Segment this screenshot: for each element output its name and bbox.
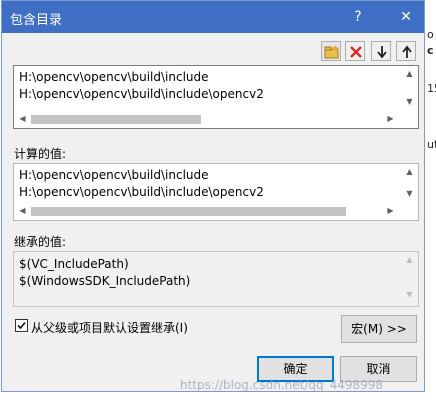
vertical-scrollbar[interactable]: ▲ ▼ — [401, 164, 418, 204]
close-button[interactable]: ✕ — [392, 5, 420, 29]
list-item: $(WindowsSDK_IncludePath) — [19, 274, 191, 288]
scroll-thumb[interactable] — [31, 115, 201, 124]
inherit-checkbox-label[interactable]: 从父级或项目默认设置继承(I) — [31, 319, 188, 336]
bg-fragment: o — [427, 28, 434, 41]
inherited-label: 继承的值: — [14, 235, 67, 249]
list-item[interactable]: H:\opencv\opencv\build\include\opencv2 — [19, 87, 264, 101]
macros-button[interactable]: 宏(M) >> — [341, 315, 417, 343]
horizontal-scrollbar[interactable]: ◀ ▶ — [14, 111, 401, 128]
move-up-button[interactable] — [396, 41, 416, 61]
scroll-up-icon: ▲ — [406, 255, 413, 264]
scroll-left-icon[interactable]: ◀ — [14, 206, 31, 215]
scroll-up-icon[interactable]: ▲ — [401, 167, 418, 176]
dialog-title: 包含目录 — [10, 13, 63, 28]
directory-list[interactable]: H:\opencv\opencv\build\include H:\opencv… — [13, 65, 419, 129]
scroll-right-icon[interactable]: ▶ — [382, 206, 399, 215]
scroll-down-icon[interactable]: ▼ — [401, 97, 418, 106]
list-item: $(VC_IncludePath) — [19, 257, 129, 271]
bg-fragment: c — [427, 44, 434, 57]
new-folder-icon — [324, 45, 339, 59]
delete-icon — [350, 46, 362, 58]
move-down-button[interactable] — [371, 41, 391, 61]
new-line-button[interactable] — [321, 41, 341, 61]
arrow-down-icon — [377, 46, 387, 59]
scroll-left-icon[interactable]: ◀ — [14, 114, 31, 123]
list-item: H:\opencv\opencv\build\include — [19, 168, 209, 182]
evaluated-list[interactable]: H:\opencv\opencv\build\include H:\opencv… — [13, 163, 419, 221]
scroll-thumb[interactable] — [31, 207, 346, 216]
evaluated-label: 计算的值: — [14, 147, 67, 161]
horizontal-scrollbar[interactable]: ◀ ▶ — [14, 203, 401, 220]
watermark: https://blog.csdn.net/qq_4498998 — [180, 378, 384, 392]
title-bar: 包含目录 ? ✕ — [2, 1, 424, 33]
delete-button[interactable] — [345, 41, 365, 61]
bg-fragment: 15 — [427, 82, 436, 95]
vertical-scrollbar[interactable]: ▲ ▼ — [401, 66, 418, 112]
checkmark-icon — [17, 321, 26, 330]
background-window: o c 15 ut — [425, 0, 436, 405]
inherited-list: $(VC_IncludePath) $(WindowsSDK_IncludePa… — [13, 251, 419, 307]
vertical-scrollbar: ▲ ▼ — [401, 252, 418, 306]
scroll-right-icon[interactable]: ▶ — [382, 114, 399, 123]
bg-fragment: ut — [427, 138, 436, 151]
arrow-up-icon — [402, 45, 412, 58]
scroll-up-icon[interactable]: ▲ — [401, 69, 418, 78]
scroll-down-icon: ▼ — [406, 290, 413, 299]
list-item: H:\opencv\opencv\build\include\opencv2 — [19, 185, 264, 199]
inherit-checkbox[interactable] — [15, 319, 28, 332]
help-button[interactable]: ? — [344, 5, 372, 29]
list-item[interactable]: H:\opencv\opencv\build\include — [19, 70, 209, 84]
include-directories-dialog: 包含目录 ? ✕ H:\opencv\opencv\build\include … — [1, 0, 425, 392]
scroll-down-icon[interactable]: ▼ — [401, 189, 418, 198]
